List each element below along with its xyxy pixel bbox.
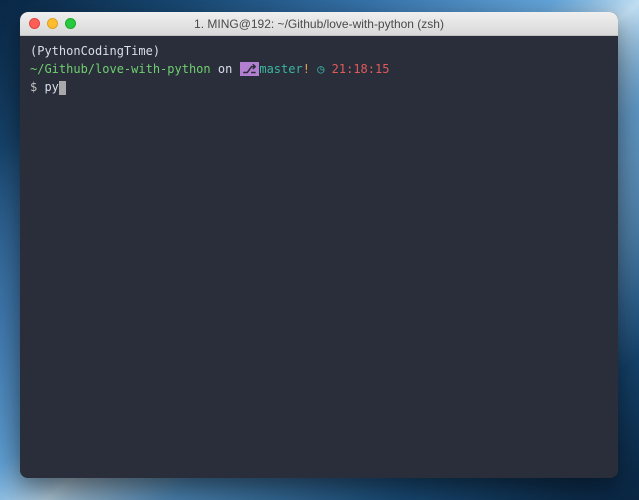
- close-button[interactable]: [29, 18, 40, 29]
- prompt-time: 21:18:15: [332, 62, 390, 76]
- branch-name: master: [259, 62, 302, 76]
- branch-icon: ⎇: [240, 62, 260, 76]
- prompt-path: ~/Github/love-with-python: [30, 62, 211, 76]
- input-line[interactable]: $ py: [30, 78, 608, 96]
- maximize-button[interactable]: [65, 18, 76, 29]
- context-line: (PythonCodingTime): [30, 42, 608, 60]
- cursor: [59, 81, 66, 95]
- prompt-line: ~/Github/love-with-python on ⎇master! ◷ …: [30, 60, 608, 78]
- terminal-body[interactable]: (PythonCodingTime) ~/Github/love-with-py…: [20, 36, 618, 478]
- terminal-window: 1. MING@192: ~/Github/love-with-python (…: [20, 12, 618, 478]
- window-title: 1. MING@192: ~/Github/love-with-python (…: [20, 17, 618, 31]
- prompt-on: on: [211, 62, 240, 76]
- prompt-symbol: $: [30, 80, 44, 94]
- traffic-lights: [29, 18, 76, 29]
- branch-dirty-indicator: !: [303, 62, 310, 76]
- typed-command: py: [44, 80, 58, 94]
- window-titlebar[interactable]: 1. MING@192: ~/Github/love-with-python (…: [20, 12, 618, 36]
- minimize-button[interactable]: [47, 18, 58, 29]
